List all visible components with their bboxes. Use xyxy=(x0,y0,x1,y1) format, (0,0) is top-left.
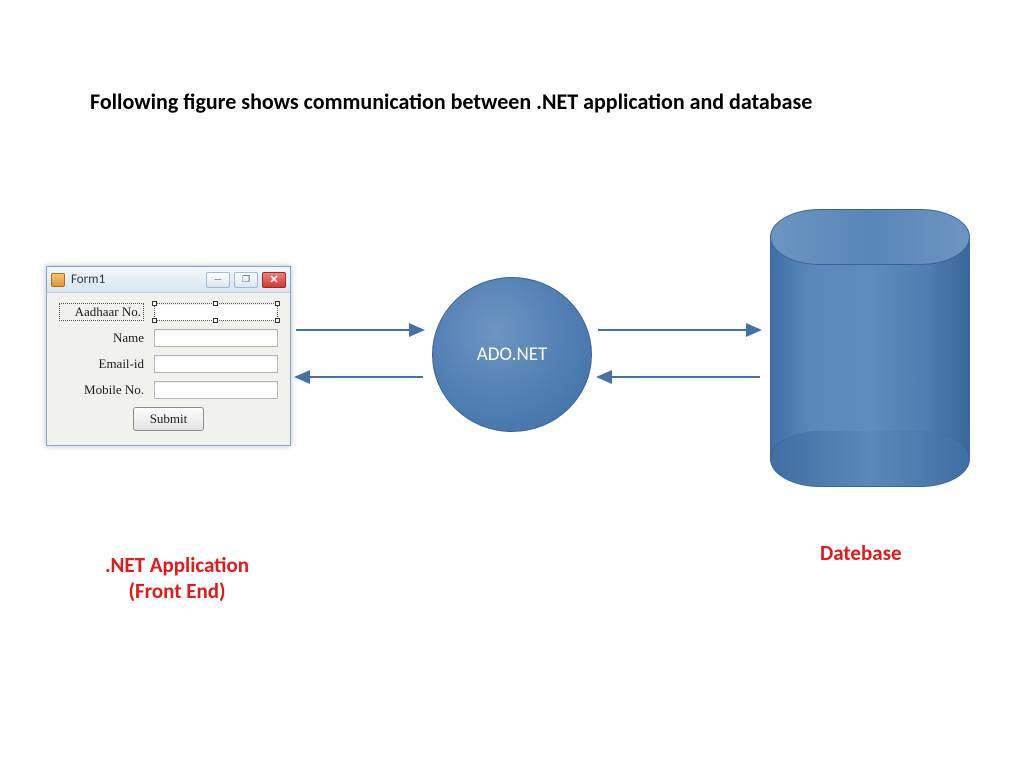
arrow-db-to-adonet xyxy=(598,376,760,378)
maximize-button[interactable]: ❐ xyxy=(234,272,258,288)
aadhaar-label: Aadhaar No. xyxy=(59,303,144,321)
close-button[interactable]: ✕ xyxy=(262,272,286,288)
caption-net-application: .NET Application (Front End) xyxy=(72,552,282,605)
adonet-label: ADO.NET xyxy=(477,343,548,366)
name-input[interactable] xyxy=(154,329,278,347)
net-application-form-window: Form1 — ❐ ✕ Aadhaar No. Name Email-id Mo… xyxy=(46,266,291,446)
diagram-heading: Following figure shows communication bet… xyxy=(90,88,812,115)
mobile-input[interactable] xyxy=(154,381,278,399)
email-row: Email-id xyxy=(59,355,278,373)
arrow-form-to-adonet xyxy=(296,329,423,331)
form-body: Aadhaar No. Name Email-id Mobile No. Sub… xyxy=(47,293,290,445)
name-row: Name xyxy=(59,329,278,347)
form-title: Form1 xyxy=(69,272,202,287)
form-app-icon xyxy=(51,273,65,287)
arrow-adonet-to-db xyxy=(598,329,760,331)
submit-button[interactable]: Submit xyxy=(133,407,205,431)
mobile-label: Mobile No. xyxy=(59,382,144,398)
form-titlebar: Form1 — ❐ ✕ xyxy=(47,267,290,293)
email-label: Email-id xyxy=(59,356,144,372)
caption-database: Datebase xyxy=(820,540,902,566)
name-label: Name xyxy=(59,330,144,346)
adonet-node: ADO.NET xyxy=(432,277,592,432)
aadhaar-row: Aadhaar No. xyxy=(59,303,278,321)
mobile-row: Mobile No. xyxy=(59,381,278,399)
arrow-adonet-to-form xyxy=(296,376,423,378)
email-input[interactable] xyxy=(154,355,278,373)
aadhaar-input[interactable] xyxy=(154,303,278,321)
database-node xyxy=(770,209,970,487)
minimize-button[interactable]: — xyxy=(206,272,230,288)
